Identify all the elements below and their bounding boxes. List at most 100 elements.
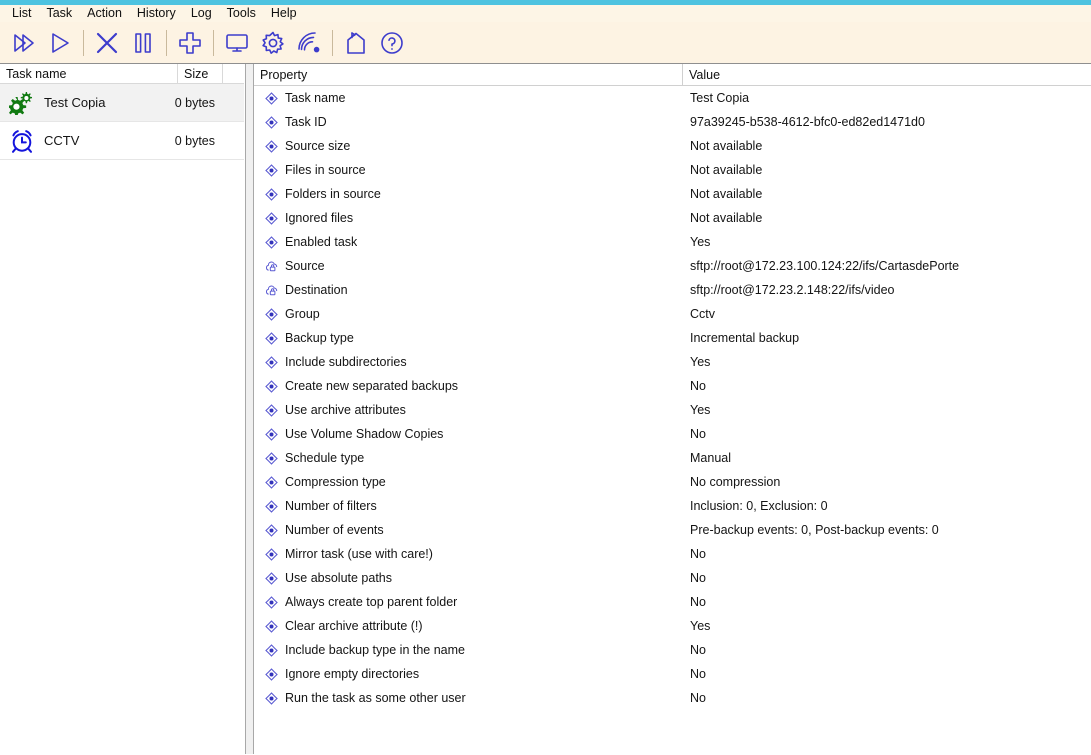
stop-task-button[interactable] — [89, 25, 125, 61]
help-button[interactable] — [374, 25, 410, 61]
menu-item-tools[interactable]: Tools — [220, 5, 264, 22]
property-row[interactable]: Compression type No compression — [254, 470, 1091, 494]
property-value: Manual — [690, 451, 731, 465]
task-list-column-task-name[interactable]: Task name — [0, 64, 178, 83]
pane-splitter[interactable] — [245, 64, 254, 754]
property-value: Test Copia — [690, 91, 750, 105]
property-value: Cctv — [690, 307, 715, 321]
property-dot-icon — [265, 355, 285, 369]
home-button[interactable] — [338, 25, 374, 61]
menu-item-task[interactable]: Task — [39, 5, 80, 22]
task-list-item-size: 0 bytes — [174, 133, 215, 148]
monitor-button[interactable] — [219, 25, 255, 61]
property-label: Schedule type — [285, 451, 365, 465]
property-grid-column-value[interactable]: Value — [683, 64, 1091, 85]
task-list-item[interactable]: Test Copia 0 bytes — [0, 84, 244, 122]
network-button[interactable] — [291, 25, 327, 61]
property-grid-header: Property Value — [254, 64, 1091, 86]
property-value: Not available — [690, 139, 763, 153]
property-row[interactable]: Files in source Not available — [254, 158, 1091, 182]
property-row[interactable]: Schedule type Manual — [254, 446, 1091, 470]
property-row[interactable]: Source sftp://root@172.23.100.124:22/ifs/… — [254, 254, 1091, 278]
property-label-cell: Destination — [254, 283, 683, 297]
property-dot-icon — [265, 547, 285, 561]
property-row[interactable]: Source size Not available — [254, 134, 1091, 158]
property-grid-column-property[interactable]: Property — [254, 64, 683, 85]
property-dot-icon — [265, 691, 285, 705]
property-dot-icon — [265, 115, 285, 129]
run-all-tasks-button[interactable] — [6, 25, 42, 61]
property-label: Compression type — [285, 475, 386, 489]
menu-item-list[interactable]: List — [5, 5, 39, 22]
blue-alarm-clock-icon — [0, 127, 44, 155]
menu-item-help[interactable]: Help — [264, 5, 305, 22]
property-row[interactable]: Ignored files Not available — [254, 206, 1091, 230]
task-list-column-size[interactable]: Size — [178, 64, 223, 83]
property-label: Source — [285, 259, 325, 273]
run-task-button[interactable] — [42, 25, 78, 61]
property-value: No — [690, 595, 706, 609]
property-row[interactable]: Include subdirectories Yes — [254, 350, 1091, 374]
property-label-cell: Files in source — [254, 163, 683, 177]
property-row[interactable]: Clear archive attribute (!) Yes — [254, 614, 1091, 638]
add-task-button[interactable] — [172, 25, 208, 61]
property-dot-icon — [265, 379, 285, 393]
property-row[interactable]: Group Cctv — [254, 302, 1091, 326]
property-row[interactable]: Number of filters Inclusion: 0, Exclusion… — [254, 494, 1091, 518]
property-label: Use archive attributes — [285, 403, 406, 417]
property-value: Not available — [690, 211, 763, 225]
property-row[interactable]: Task name Test Copia — [254, 86, 1091, 110]
property-label: Mirror task (use with care!) — [285, 547, 433, 561]
property-row[interactable]: Destination sftp://root@172.23.2.148:22/i… — [254, 278, 1091, 302]
property-row[interactable]: Number of events Pre-backup events: 0, Po… — [254, 518, 1091, 542]
property-row[interactable]: Enabled task Yes — [254, 230, 1091, 254]
property-dot-icon — [265, 619, 285, 633]
menu-item-action[interactable]: Action — [80, 5, 130, 22]
property-label-cell: Include subdirectories — [254, 355, 683, 369]
property-row[interactable]: Always create top parent folder No — [254, 590, 1091, 614]
property-label: Use absolute paths — [285, 571, 393, 585]
property-dot-icon — [265, 595, 285, 609]
property-row[interactable]: Use absolute paths No — [254, 566, 1091, 590]
property-dot-icon — [265, 331, 285, 345]
cloud-lock-icon — [265, 260, 285, 273]
property-grid-pane: Property Value Task name Test Copia Task I… — [254, 64, 1091, 754]
property-row[interactable]: Backup type Incremental backup — [254, 326, 1091, 350]
property-value: 97a39245-b538-4612-bfc0-ed82ed1471d0 — [690, 115, 925, 129]
property-row[interactable]: Mirror task (use with care!) No — [254, 542, 1091, 566]
property-label-cell: Group — [254, 307, 683, 321]
property-label-cell: Run the task as some other user — [254, 691, 683, 705]
task-list-item[interactable]: CCTV 0 bytes — [0, 122, 244, 160]
menu-bar: List Task Action History Log Tools Help — [0, 5, 1091, 22]
property-label-cell: Create new separated backups — [254, 379, 683, 393]
property-value: Not available — [690, 187, 763, 201]
pause-task-button[interactable] — [125, 25, 161, 61]
property-row[interactable]: Run the task as some other user No — [254, 686, 1091, 710]
property-row[interactable]: Use archive attributes Yes — [254, 398, 1091, 422]
property-value: Yes — [690, 355, 711, 369]
property-label-cell: Number of filters — [254, 499, 683, 513]
property-label: Create new separated backups — [285, 379, 459, 393]
property-label: Use Volume Shadow Copies — [285, 427, 444, 441]
property-row[interactable]: Create new separated backups No — [254, 374, 1091, 398]
task-list-item-name: CCTV — [44, 133, 80, 148]
property-label-cell: Folders in source — [254, 187, 683, 201]
menu-item-log[interactable]: Log — [184, 5, 220, 22]
task-list-column-extra[interactable] — [223, 64, 244, 83]
property-row[interactable]: Task ID 97a39245-b538-4612-bfc0-ed82ed147… — [254, 110, 1091, 134]
settings-button[interactable] — [255, 25, 291, 61]
property-label-cell: Use absolute paths — [254, 571, 683, 585]
property-value: No — [690, 691, 706, 705]
property-row[interactable]: Include backup type in the name No — [254, 638, 1091, 662]
property-row[interactable]: Use Volume Shadow Copies No — [254, 422, 1091, 446]
property-value: No — [690, 547, 706, 561]
property-dot-icon — [265, 499, 285, 513]
menu-item-history[interactable]: History — [130, 5, 184, 22]
property-row[interactable]: Folders in source Not available — [254, 182, 1091, 206]
property-value: sftp://root@172.23.100.124:22/ifs/Cartas… — [690, 259, 960, 273]
property-row[interactable]: Ignore empty directories No — [254, 662, 1091, 686]
property-label-cell: Backup type — [254, 331, 683, 345]
property-label: Always create top parent folder — [285, 595, 458, 609]
property-value: Yes — [690, 235, 711, 249]
pause-icon — [130, 30, 156, 56]
